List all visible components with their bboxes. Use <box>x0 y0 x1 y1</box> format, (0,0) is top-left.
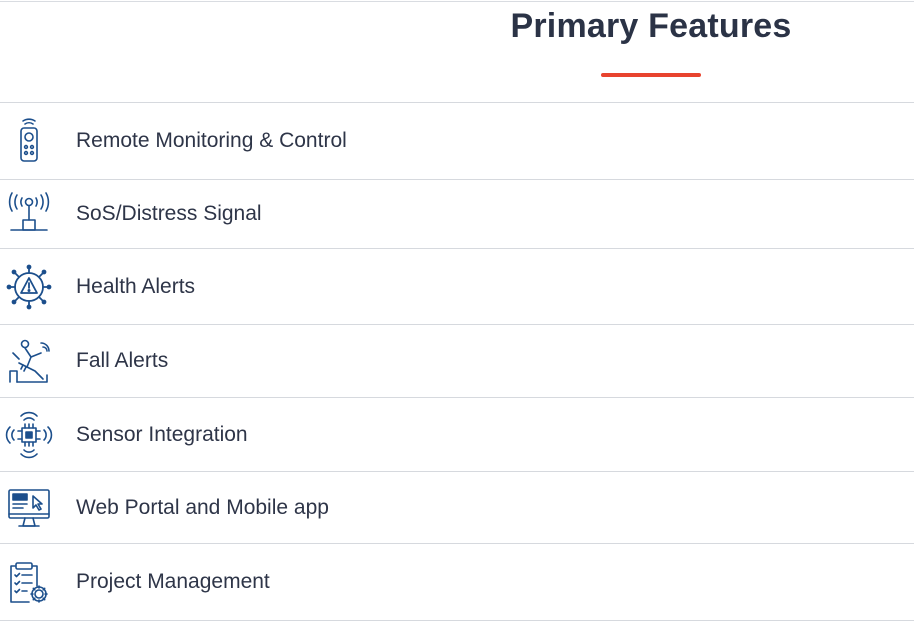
feature-label: Project Management <box>76 570 270 593</box>
falling-person-icon <box>4 336 54 386</box>
antenna-signal-icon <box>4 189 54 239</box>
feature-list: Remote Monitoring & Control SoS/Distress… <box>0 102 914 621</box>
feature-item-remote-monitoring[interactable]: Remote Monitoring & Control <box>0 103 914 180</box>
feature-label: Health Alerts <box>76 274 196 298</box>
top-divider <box>0 1 914 2</box>
feature-label: Sensor Integration <box>76 422 248 446</box>
sensor-chip-icon <box>4 410 54 460</box>
remote-control-icon <box>4 116 54 166</box>
feature-item-project-management[interactable]: Project Management <box>0 544 914 621</box>
feature-item-fall-alerts[interactable]: Fall Alerts <box>0 325 914 398</box>
feature-item-sensor-integration[interactable]: Sensor Integration <box>0 398 914 472</box>
feature-label: Fall Alerts <box>76 349 169 372</box>
clipboard-gear-icon <box>4 557 54 607</box>
feature-item-sos-signal[interactable]: SoS/Distress Signal <box>0 180 914 249</box>
feature-label: Remote Monitoring & Control <box>76 129 347 152</box>
feature-label: Web Portal and Mobile app <box>76 495 329 519</box>
page-title: Primary Features <box>510 7 792 45</box>
feature-label: SoS/Distress Signal <box>76 202 262 225</box>
feature-item-web-portal[interactable]: Web Portal and Mobile app <box>0 472 914 544</box>
virus-warning-icon <box>4 262 54 312</box>
monitor-cursor-icon <box>4 483 54 533</box>
title-accent-underline <box>601 73 701 77</box>
feature-item-health-alerts[interactable]: Health Alerts <box>0 249 914 325</box>
